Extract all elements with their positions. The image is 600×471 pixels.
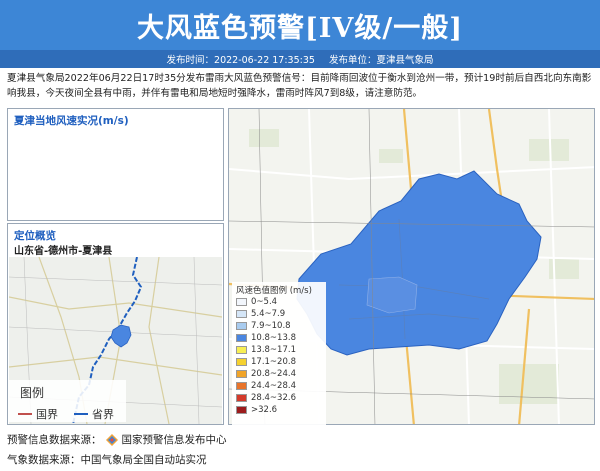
wind-legend-row: 28.4~32.6 bbox=[236, 393, 296, 403]
national-border-label: 国界 bbox=[36, 408, 58, 421]
legend-national-border: 国界 bbox=[18, 406, 58, 422]
legend-swatch bbox=[236, 358, 247, 366]
wind-speed-legend: 风速色值图例 (m/s) 0~5.4 5.4~7.9 7.9~10.8 10.8… bbox=[232, 282, 326, 425]
wind-speed-panel: 夏津当地风速实况(m/s) bbox=[7, 108, 224, 221]
wind-legend-row: 10.8~13.8 bbox=[236, 333, 296, 343]
wind-legend-row: 17.1~20.8 bbox=[236, 357, 296, 367]
legend-label: 10.8~13.8 bbox=[251, 333, 296, 343]
province-border-line-icon bbox=[74, 413, 88, 415]
legend-swatch bbox=[236, 334, 247, 342]
legend-label: 17.1~20.8 bbox=[251, 357, 296, 367]
wind-legend-title: 风速色值图例 (m/s) bbox=[236, 286, 312, 296]
national-border-line-icon bbox=[18, 413, 32, 415]
wind-legend-row: 13.8~17.1 bbox=[236, 345, 296, 355]
warning-source-label: 预警信息数据来源： bbox=[7, 434, 102, 446]
legend-swatch bbox=[236, 394, 247, 402]
publish-time: 发布时间：2022-06-22 17:35:35 bbox=[166, 55, 315, 66]
legend-swatch bbox=[236, 322, 247, 330]
warning-center-logo-icon bbox=[105, 433, 118, 446]
warning-title: 大风蓝色预警[IV级/一般] bbox=[137, 12, 463, 44]
legend-label: 7.9~10.8 bbox=[251, 321, 291, 331]
location-panel-title: 定位概览 bbox=[14, 230, 56, 242]
wind-legend-row: 7.9~10.8 bbox=[236, 321, 291, 331]
wind-panel-title: 夏津当地风速实况(m/s) bbox=[14, 115, 129, 127]
publish-info-bar: 发布时间：2022-06-22 17:35:35 发布单位：夏津县气象局 bbox=[0, 50, 600, 68]
overview-legend: 图例 国界 省界 bbox=[8, 380, 126, 422]
warning-description: 夏津县气象局2022年06月22日17时35分发布雷雨大风蓝色预警信号：目前降雨… bbox=[7, 73, 592, 99]
wind-legend-row: 24.4~28.4 bbox=[236, 381, 296, 391]
wind-legend-row: 0~5.4 bbox=[236, 297, 277, 307]
warning-source-name: 国家预警信息发布中心 bbox=[121, 434, 227, 446]
wind-legend-row: >32.6 bbox=[236, 405, 277, 415]
wind-legend-row: 5.4~7.9 bbox=[236, 309, 285, 319]
legend-swatch bbox=[236, 382, 247, 390]
weather-source-label: 气象数据来源：中国气象局全国自动站实况 bbox=[7, 454, 207, 466]
legend-swatch bbox=[236, 298, 247, 306]
wind-legend-row: 20.8~24.4 bbox=[236, 369, 296, 379]
legend-label: 28.4~32.6 bbox=[251, 393, 296, 403]
weather-source-line: 气象数据来源：中国气象局全国自动站实况 bbox=[7, 452, 207, 467]
warning-source-line: 预警信息数据来源： 国家预警信息发布中心 bbox=[7, 432, 227, 447]
legend-label: 5.4~7.9 bbox=[251, 309, 286, 319]
warning-banner: 大风蓝色预警[IV级/一般] bbox=[0, 0, 600, 50]
legend-swatch bbox=[236, 310, 247, 318]
legend-label: >32.6 bbox=[251, 405, 278, 415]
legend-label: 0~5.4 bbox=[251, 297, 278, 307]
legend-swatch bbox=[236, 406, 247, 414]
location-path: 山东省-德州市-夏津县 bbox=[14, 246, 113, 257]
legend-label: 13.8~17.1 bbox=[251, 345, 296, 355]
province-border-label: 省界 bbox=[92, 408, 114, 421]
legend-swatch bbox=[236, 346, 247, 354]
publisher: 发布单位：夏津县气象局 bbox=[328, 55, 434, 66]
legend-label: 24.4~28.4 bbox=[251, 381, 296, 391]
overview-legend-title: 图例 bbox=[20, 386, 45, 400]
legend-province-border: 省界 bbox=[74, 406, 114, 422]
legend-swatch bbox=[236, 370, 247, 378]
legend-label: 20.8~24.4 bbox=[251, 369, 296, 379]
